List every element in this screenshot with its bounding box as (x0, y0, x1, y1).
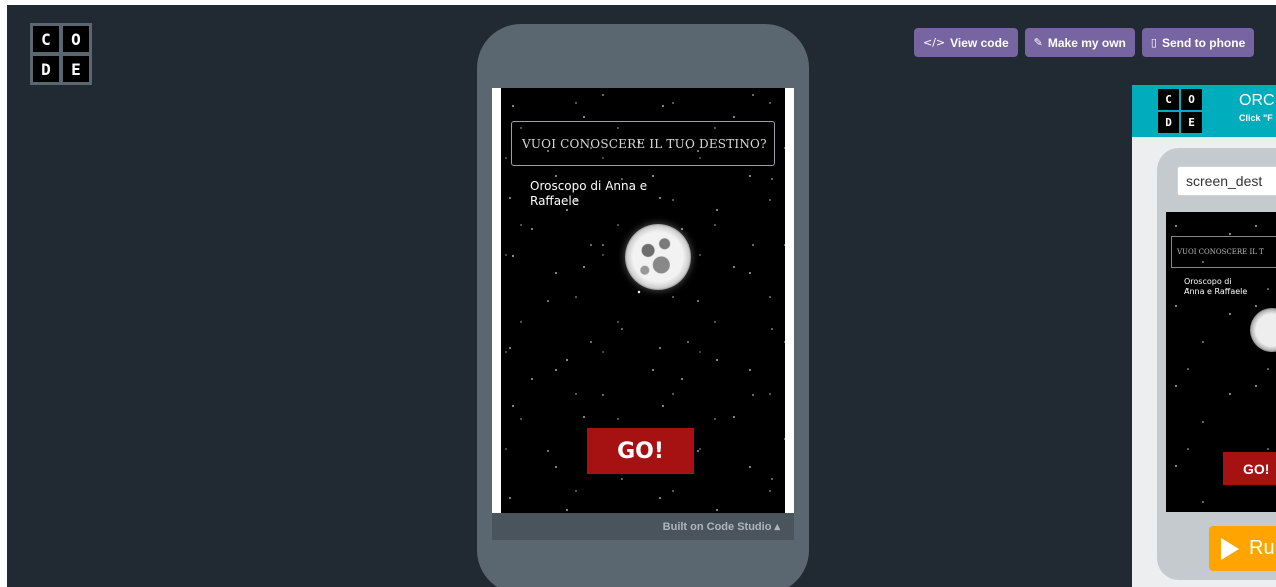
logo-letter: C (33, 26, 59, 52)
app-subtitle: Oroscopo di Anna e Raffaele (530, 179, 648, 208)
view-code-label: View code (950, 35, 1009, 50)
phone-icon: ▯ (1150, 36, 1157, 49)
project-instructions: Click "F (1239, 113, 1273, 123)
screen-selector-dropdown[interactable]: screen_dest (1177, 166, 1276, 196)
run-label: Ru (1249, 537, 1275, 559)
preview-fortune-text-box: VUOI CONOSCERE IL T (1171, 236, 1276, 268)
preview-app-subtitle: Oroscopo di Anna e Raffaele (1184, 277, 1248, 296)
logo-letter: O (63, 26, 89, 52)
code-icon: </> (923, 36, 946, 49)
logo-letter: E (63, 56, 89, 82)
code-org-logo-small[interactable]: C O D E (1158, 89, 1202, 133)
main-stage: C O D E </> View code ✎ Make my own ▯ Se… (7, 5, 1276, 587)
preview-header: C O D E ORC Click "F (1132, 85, 1276, 137)
code-org-logo[interactable]: C O D E (30, 23, 92, 85)
logo-letter: E (1181, 112, 1202, 133)
logo-letter: O (1181, 89, 1202, 110)
header-actions: </> View code ✎ Make my own ▯ Send to ph… (914, 28, 1255, 57)
go-button[interactable]: GO! (587, 428, 694, 474)
project-title: ORC (1239, 92, 1275, 109)
preview-moon-image (1250, 308, 1276, 352)
preview-app-screen: VUOI CONOSCERE IL T Oroscopo di Anna e R… (1166, 212, 1276, 512)
preview-panel: C O D E ORC Click "F screen_dest VUOI CO… (1132, 85, 1276, 587)
send-to-phone-button[interactable]: ▯ Send to phone (1141, 28, 1255, 57)
moon-image (625, 224, 691, 290)
logo-letter: C (1158, 89, 1179, 110)
starfield-background: VUOI CONOSCERE IL TUO DESTINO? Oroscopo … (501, 88, 785, 513)
preview-body: screen_dest VUOI CONOSCERE IL T Oroscopo… (1132, 137, 1276, 587)
play-icon (1221, 537, 1239, 560)
built-on-code-studio-bar[interactable]: Built on Code Studio ▴ (492, 513, 794, 540)
logo-letter: D (1158, 112, 1179, 133)
fortune-text-box[interactable]: VUOI CONOSCERE IL TUO DESTINO? (511, 121, 775, 166)
edit-icon: ✎ (1033, 36, 1043, 49)
preview-phone-frame: screen_dest VUOI CONOSCERE IL T Oroscopo… (1157, 148, 1276, 580)
phone-frame: VUOI CONOSCERE IL TUO DESTINO? Oroscopo … (477, 24, 809, 587)
logo-letter: D (33, 56, 59, 82)
app-screen: VUOI CONOSCERE IL TUO DESTINO? Oroscopo … (492, 88, 794, 513)
make-my-own-button[interactable]: ✎ Make my own (1024, 28, 1135, 57)
view-code-button[interactable]: </> View code (914, 28, 1018, 57)
preview-go-button[interactable]: GO! (1223, 452, 1276, 485)
run-button[interactable]: Ru (1209, 526, 1276, 571)
send-to-phone-label: Send to phone (1161, 35, 1246, 50)
make-my-own-label: Make my own (1047, 35, 1126, 50)
